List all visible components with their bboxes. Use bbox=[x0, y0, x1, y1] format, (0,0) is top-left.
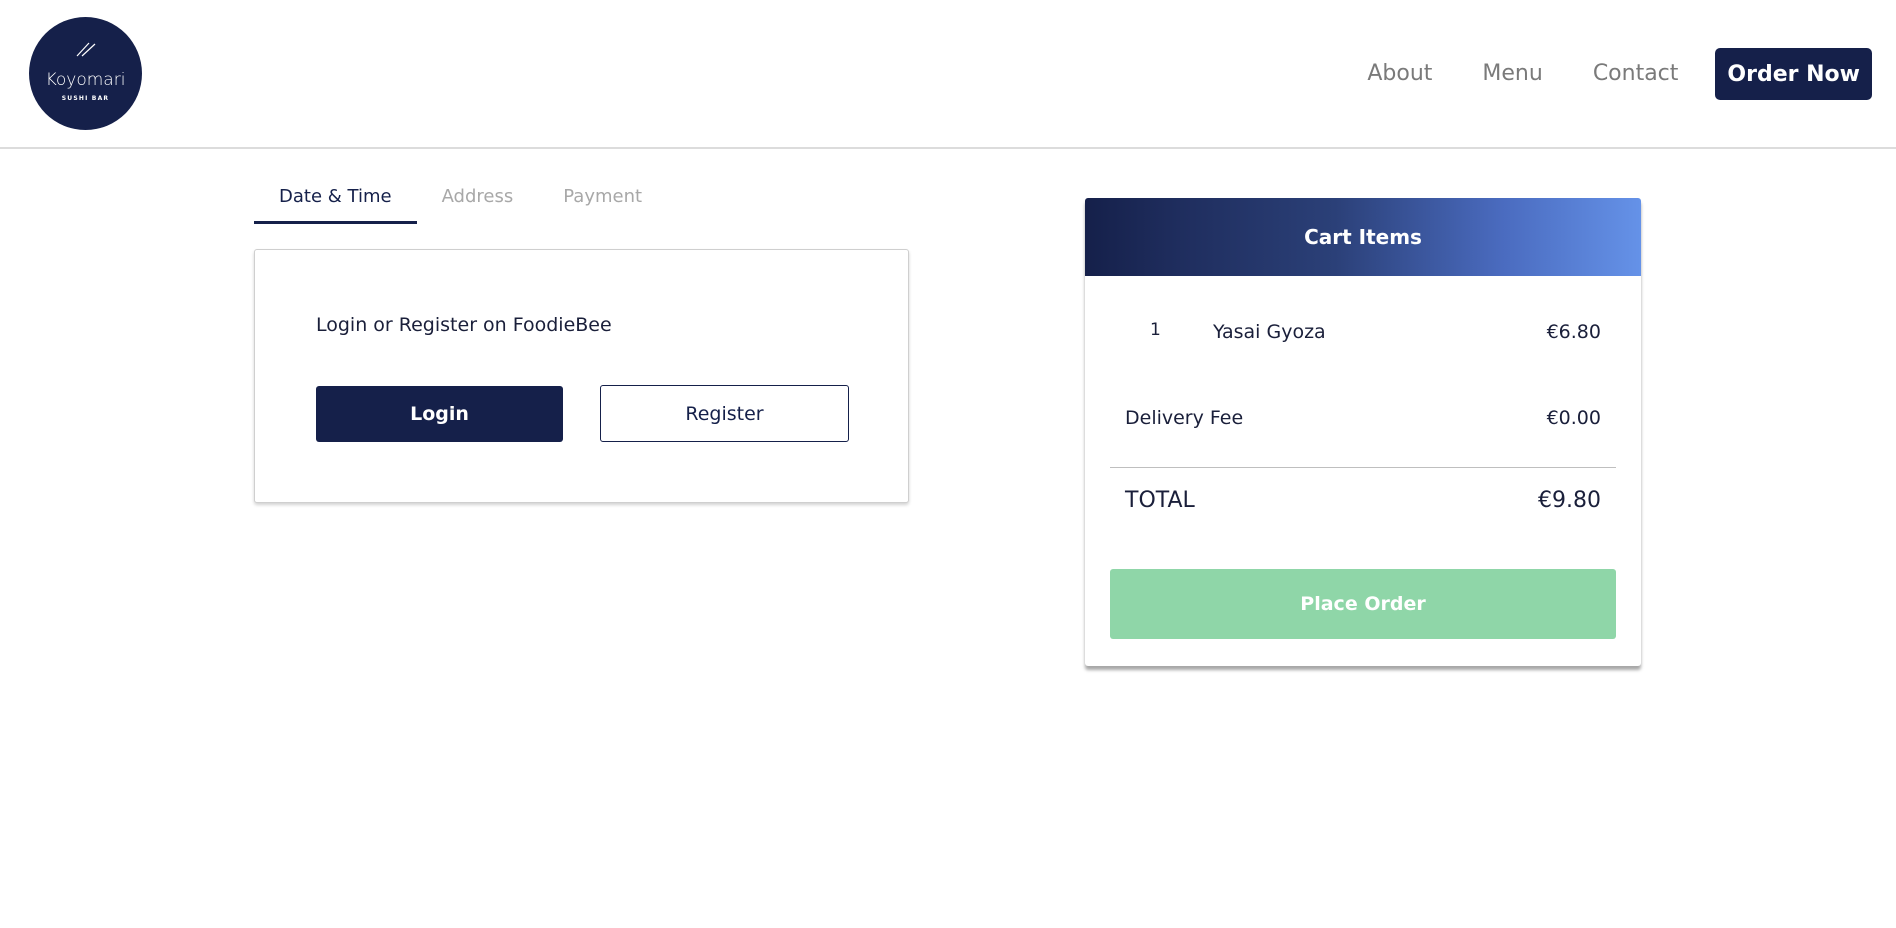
cart-item-name: Yasai Gyoza bbox=[1213, 321, 1326, 343]
delivery-fee-value: €0.00 bbox=[1546, 407, 1601, 429]
login-button[interactable]: Login bbox=[316, 386, 563, 442]
logo-brand-name: Koyomari bbox=[45, 70, 126, 90]
koyomari-logo[interactable]: Koyomari SUSHI BAR bbox=[29, 17, 142, 130]
register-button[interactable]: Register bbox=[600, 385, 849, 442]
total-label: TOTAL bbox=[1125, 488, 1195, 513]
cart-item-qty: 1 bbox=[1150, 320, 1161, 340]
place-order-button[interactable]: Place Order bbox=[1110, 569, 1616, 639]
nav-link-menu[interactable]: Menu bbox=[1482, 48, 1542, 100]
cart-panel: Cart Items 1 Yasai Gyoza €6.80 Delivery … bbox=[1085, 198, 1641, 666]
cart-title: Cart Items bbox=[1085, 198, 1641, 276]
nav-link-about[interactable]: About bbox=[1367, 48, 1432, 100]
cart-item-price: €6.80 bbox=[1546, 321, 1601, 343]
nav-link-contact[interactable]: Contact bbox=[1593, 48, 1679, 100]
site-header: Koyomari SUSHI BAR About Menu Contact Or… bbox=[0, 0, 1896, 149]
tab-payment[interactable]: Payment bbox=[538, 182, 667, 224]
login-card-title: Login or Register on FoodieBee bbox=[316, 314, 612, 336]
cart-divider bbox=[1110, 467, 1616, 468]
chopsticks-icon bbox=[76, 42, 96, 57]
delivery-fee-label: Delivery Fee bbox=[1125, 407, 1244, 429]
logo-subtitle: SUSHI BAR bbox=[61, 95, 110, 102]
login-register-card: Login or Register on FoodieBee Login Reg… bbox=[254, 249, 909, 503]
checkout-tabs: Date & Time Address Payment bbox=[254, 182, 667, 224]
main-nav: About Menu Contact Order Now bbox=[1367, 48, 1872, 100]
tab-address[interactable]: Address bbox=[417, 182, 539, 224]
tab-date-time[interactable]: Date & Time bbox=[254, 182, 417, 224]
order-now-button[interactable]: Order Now bbox=[1715, 48, 1872, 100]
total-value: €9.80 bbox=[1538, 488, 1601, 513]
